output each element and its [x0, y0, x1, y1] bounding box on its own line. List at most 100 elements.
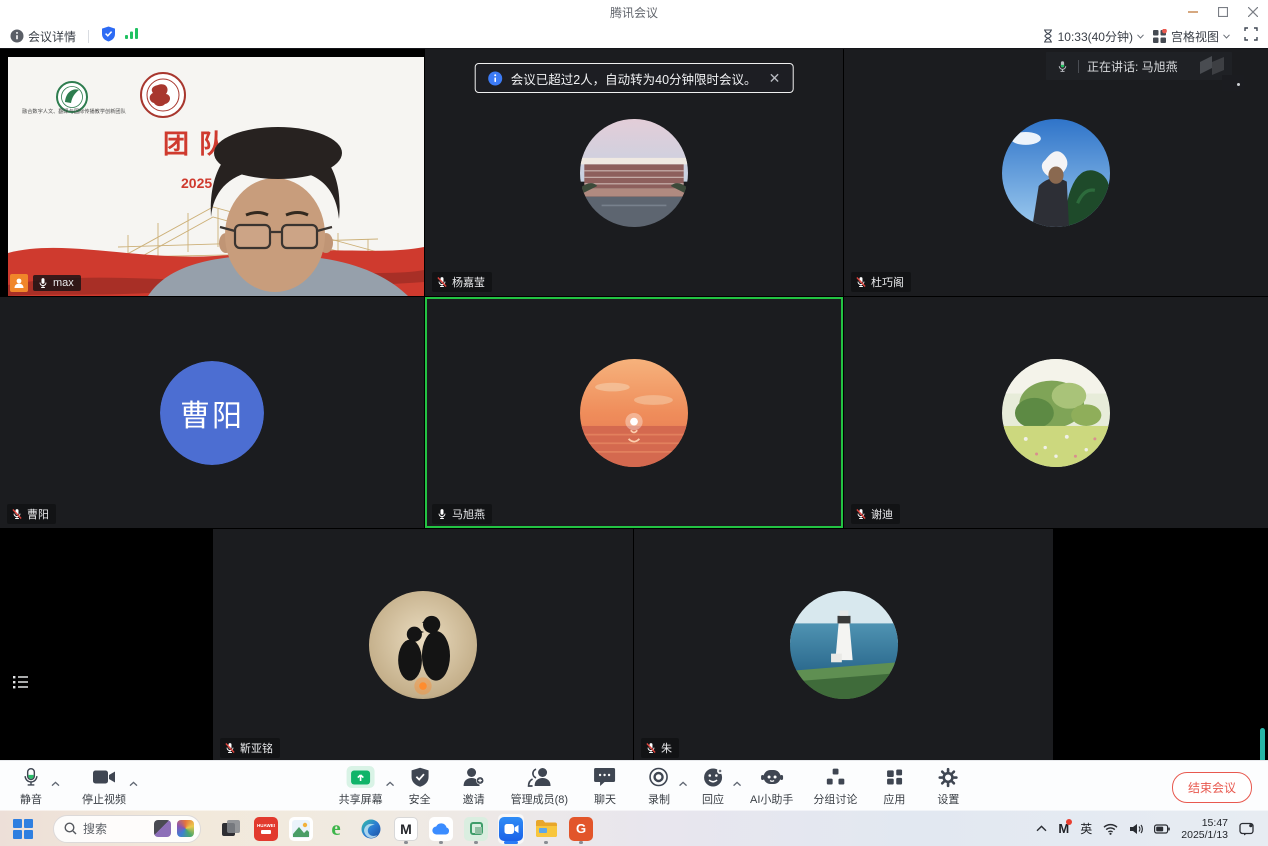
- app-internet-explorer[interactable]: e: [323, 814, 349, 844]
- host-badge-icon: [10, 274, 28, 292]
- app-capcut[interactable]: [218, 814, 244, 844]
- settings-button[interactable]: 设置: [931, 766, 965, 807]
- app-cloud-drive[interactable]: [428, 814, 454, 844]
- record-icon: [649, 767, 669, 787]
- university-seal-red: [141, 73, 185, 117]
- webcam-video: 融合数字人文、翻译与国际传播教学创新团队 团队会 2025: [8, 57, 424, 296]
- fullscreen-button[interactable]: [1244, 27, 1258, 46]
- app-file-explorer[interactable]: [533, 814, 559, 844]
- participant-tile[interactable]: 朱: [634, 529, 1053, 760]
- name-label: max: [33, 275, 81, 291]
- participant-tile-active-speaker[interactable]: 马旭燕: [425, 297, 843, 528]
- app-huawei-store[interactable]: HUAWEI: [253, 814, 279, 844]
- app-edge[interactable]: [358, 814, 384, 844]
- banner-close-icon[interactable]: ✕: [769, 71, 781, 85]
- share-screen-button[interactable]: 共享屏幕: [339, 766, 383, 807]
- ime-indicator[interactable]: 英: [1080, 820, 1092, 837]
- security-shield-icon[interactable]: [101, 26, 116, 47]
- maximize-button[interactable]: [1208, 0, 1238, 24]
- chevron-up-icon[interactable]: [679, 774, 688, 792]
- invite-button[interactable]: 邀请: [457, 766, 491, 807]
- video-grid: 融合数字人文、翻译与国际传播教学创新团队 团队会 2025: [0, 49, 1268, 760]
- mic-muted-icon: [436, 276, 448, 288]
- meeting-limit-banner: 会议已超过2人，自动转为40分钟限时会议。 ✕: [475, 63, 794, 93]
- chat-button[interactable]: 聊天: [588, 766, 622, 807]
- team-banner-text: 融合数字人文、翻译与国际传播教学创新团队: [22, 107, 127, 115]
- date: 2025/1/13: [1181, 829, 1228, 841]
- participant-tile[interactable]: 靳亚铭: [213, 529, 633, 760]
- member-list-icon[interactable]: [10, 671, 32, 693]
- app-photos[interactable]: [288, 814, 314, 844]
- meeting-toolbar: 静音 停止视频 共享屏幕 安全 邀请: [0, 760, 1268, 810]
- avatar-lighthouse-photo: [790, 591, 898, 699]
- end-meeting-button[interactable]: 结束会议: [1172, 772, 1252, 803]
- apps-button[interactable]: 应用: [877, 766, 911, 807]
- mic-level-icon: [1056, 59, 1069, 74]
- network-signal-icon[interactable]: [124, 27, 139, 45]
- app-tencent-meeting[interactable]: [498, 814, 524, 844]
- chevron-up-icon[interactable]: [129, 774, 138, 792]
- members-icon: [527, 767, 551, 788]
- chat-bubble-icon: [594, 767, 616, 787]
- team-logo-green: [57, 82, 87, 112]
- gear-icon: [938, 767, 959, 788]
- manage-members-button[interactable]: 管理成员(8): [511, 766, 568, 807]
- invite-person-icon: [463, 767, 485, 788]
- name-label: 朱: [641, 738, 679, 758]
- search-icon: [64, 822, 77, 835]
- participant-tile[interactable]: 杜巧阁: [844, 49, 1268, 296]
- stop-video-button[interactable]: 停止视频: [82, 766, 126, 807]
- chevron-up-icon[interactable]: [51, 774, 60, 792]
- name-label: 杜巧阁: [851, 272, 911, 292]
- share-screen-icon: [347, 766, 375, 788]
- tencent-meeting-window: 腾讯会议 会议详情 10:33(40分钟) 宫格视图: [0, 0, 1268, 846]
- search-highlight-icon-photos: [177, 820, 194, 837]
- mute-button[interactable]: 静音: [14, 766, 48, 807]
- chevron-up-icon[interactable]: [386, 774, 395, 792]
- app-mindmaster[interactable]: M: [393, 814, 419, 844]
- timer-text: 10:33(40分钟): [1058, 28, 1133, 45]
- tray-m-app-icon[interactable]: M: [1058, 821, 1069, 836]
- avatar-building-photo: [580, 119, 688, 227]
- mic-on-icon: [436, 508, 448, 520]
- meeting-details[interactable]: 会议详情: [10, 28, 76, 45]
- notification-center-icon[interactable]: [1239, 822, 1254, 836]
- info-icon: [10, 29, 24, 43]
- meeting-timer[interactable]: 10:33(40分钟): [1042, 28, 1144, 45]
- chevron-up-icon[interactable]: [733, 774, 742, 792]
- camera-icon: [92, 768, 116, 786]
- participant-tile-max[interactable]: 融合数字人文、翻译与国际传播教学创新团队 团队会 2025: [0, 49, 424, 296]
- mic-muted-icon: [855, 508, 867, 520]
- security-button[interactable]: 安全: [403, 766, 437, 807]
- view-mode-selector[interactable]: 宫格视图: [1152, 28, 1230, 45]
- participant-tile[interactable]: 谢迪: [844, 297, 1268, 528]
- avatar-outdoor-photo: [1002, 119, 1110, 227]
- close-button[interactable]: [1238, 0, 1268, 24]
- breakout-rooms-button[interactable]: 分组讨论: [813, 766, 857, 807]
- taskbar-search[interactable]: 搜索: [53, 815, 201, 843]
- info-icon: [488, 71, 503, 86]
- wifi-icon[interactable]: [1103, 823, 1118, 835]
- participant-tile[interactable]: 曹阳 曹阳: [0, 297, 424, 528]
- record-button[interactable]: 录制: [642, 766, 676, 807]
- volume-icon[interactable]: [1129, 823, 1143, 835]
- app-screenshot-tool[interactable]: [463, 814, 489, 844]
- avatar-painting: [1002, 359, 1110, 467]
- tray-hidden-icons-chevron[interactable]: [1036, 825, 1047, 832]
- name-label: 靳亚铭: [220, 738, 280, 758]
- mic-muted-icon: [855, 276, 867, 288]
- ai-robot-icon: [760, 767, 783, 787]
- app-g-tool[interactable]: G: [568, 814, 594, 844]
- window-title: 腾讯会议: [610, 4, 658, 21]
- name-label: 谢迪: [851, 504, 900, 524]
- minimize-button[interactable]: [1178, 0, 1208, 24]
- avatar-penguins: [369, 591, 477, 699]
- clock[interactable]: 15:47 2025/1/13: [1181, 817, 1228, 841]
- speaking-indicator: 正在讲话: 马旭燕: [1046, 52, 1232, 80]
- name-label: 马旭燕: [432, 504, 492, 524]
- ai-assistant-button[interactable]: AI小助手: [750, 766, 793, 807]
- battery-icon[interactable]: [1154, 824, 1170, 834]
- start-button[interactable]: [10, 814, 36, 844]
- title-bar: 腾讯会议: [0, 0, 1268, 24]
- reactions-button[interactable]: 回应: [696, 766, 730, 807]
